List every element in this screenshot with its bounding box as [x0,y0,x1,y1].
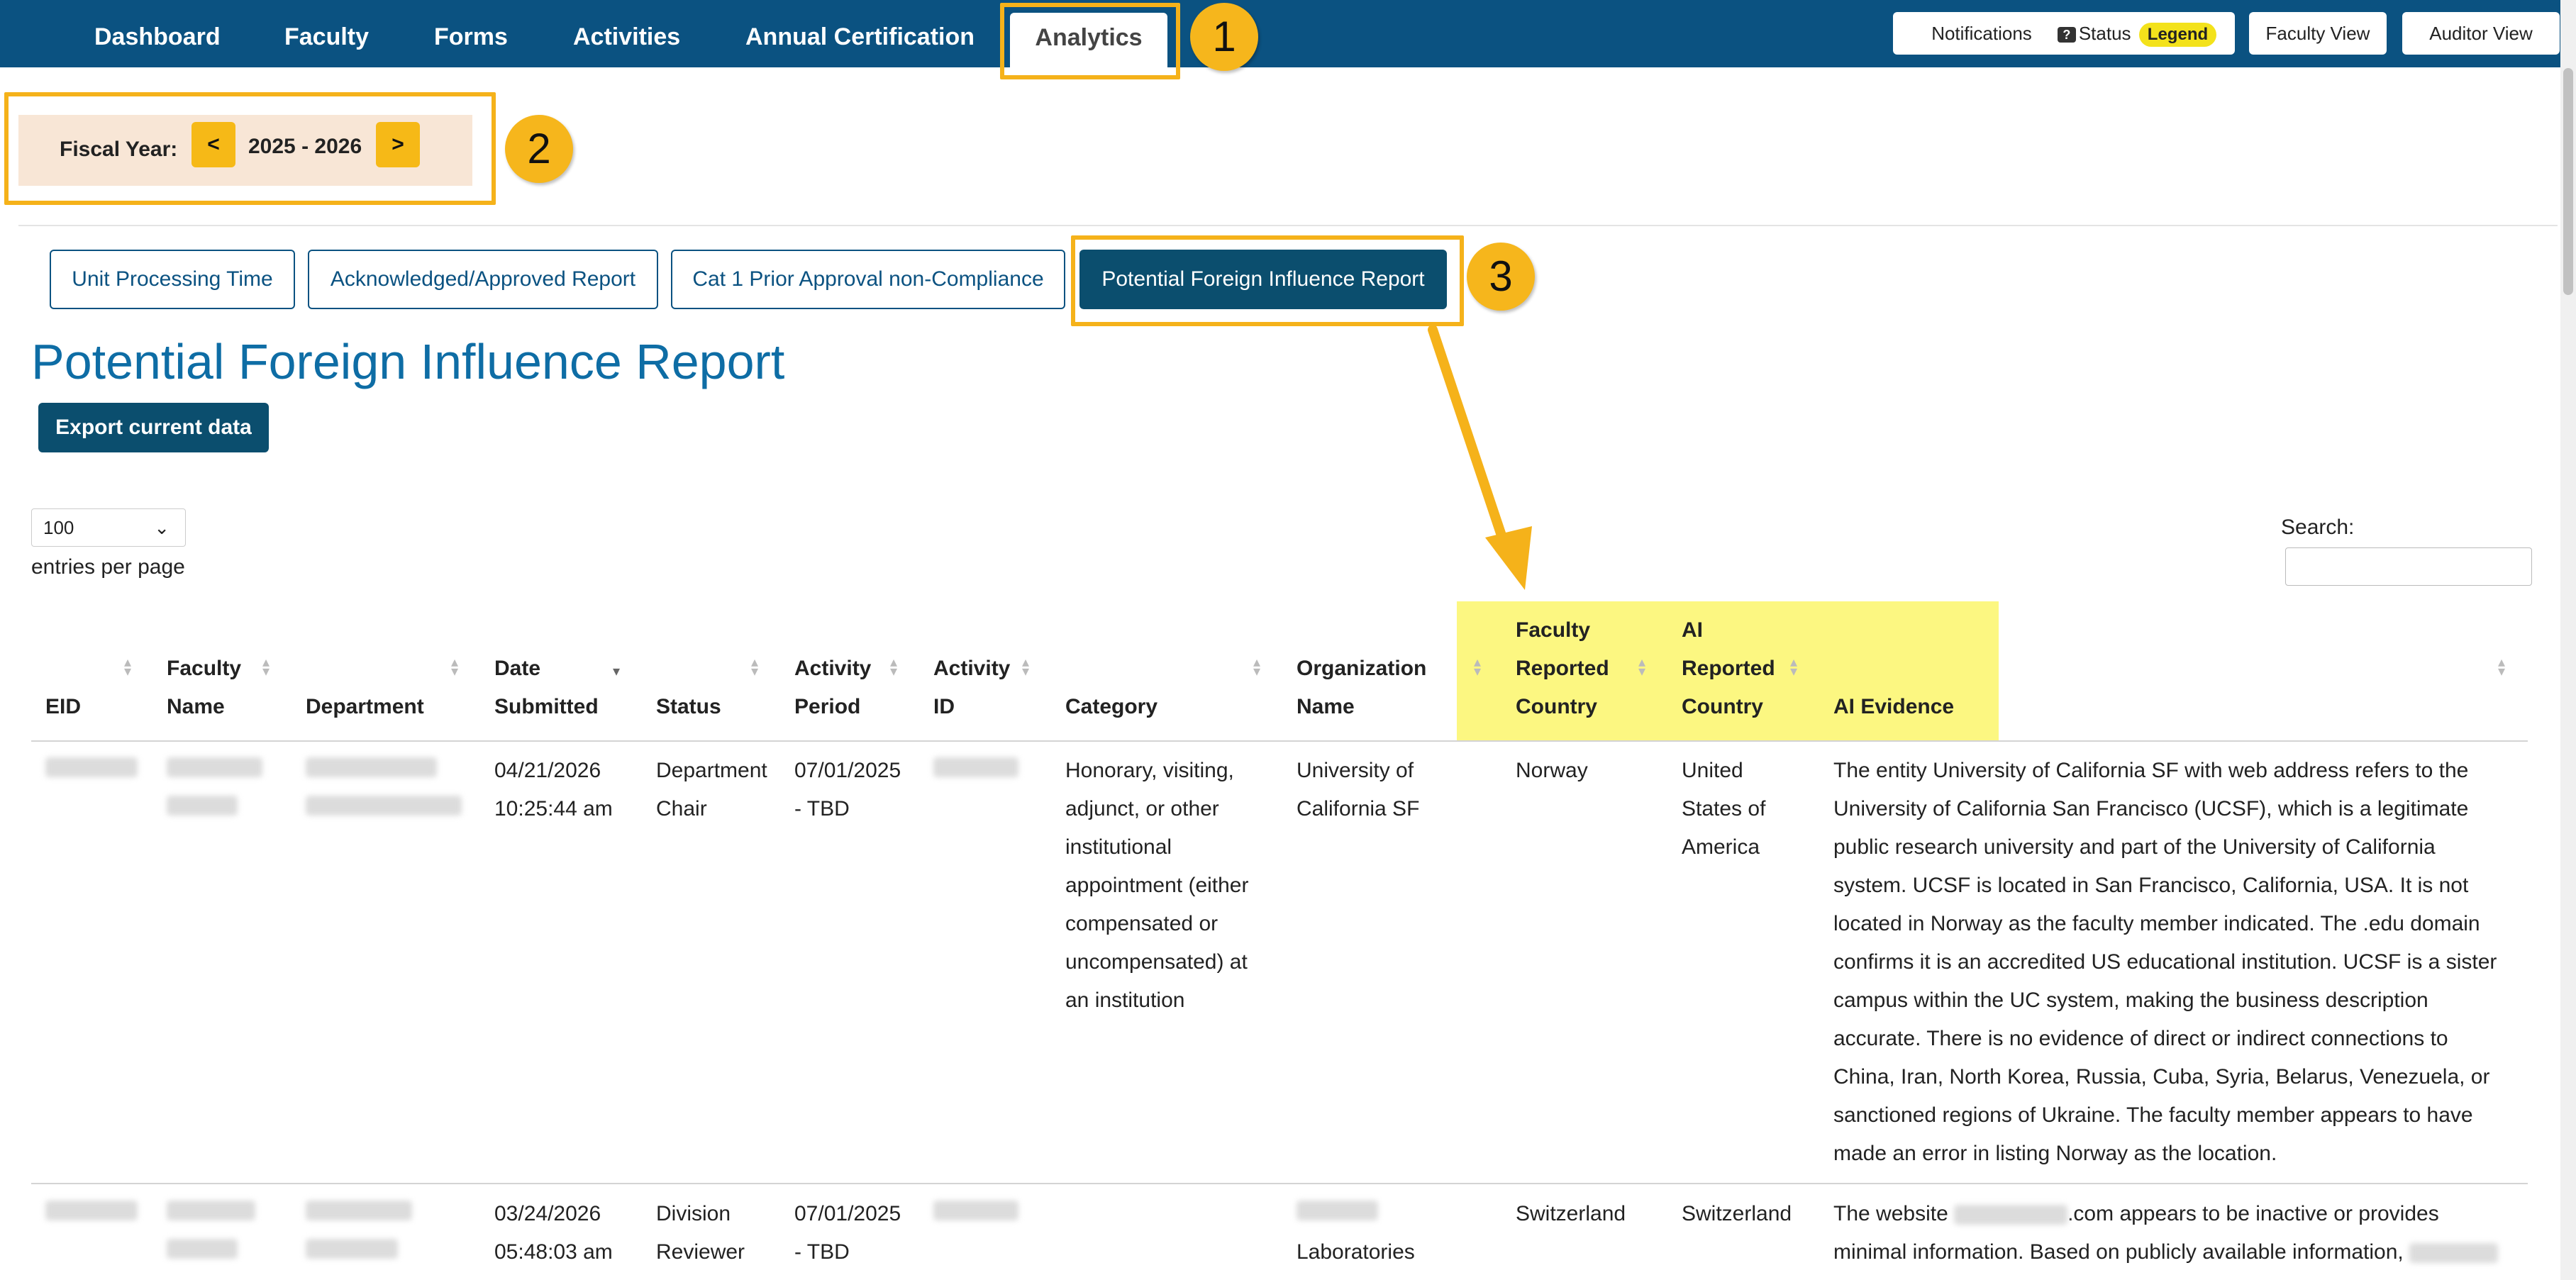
col-faculty-name-l1[interactable]: Faculty [167,650,241,688]
row1-period-l2: - TBD [794,797,850,820]
table-row-divider [31,1183,2528,1184]
row1-category-l3: institutional [1065,835,1172,859]
col-activity-period-l1[interactable]: Activity [794,650,871,688]
row2-ai-evidence-l1-start: The website [1833,1202,1948,1225]
row1-ai-evidence-l2: University of California San Francisco (… [1833,797,2469,820]
row2-ai-evidence-l2-text: minimal information. Based on publicly a… [1833,1240,2404,1264]
row2-date-l1: 03/24/2026 [494,1202,601,1225]
row1-ai-evidence-l9: China, Iran, North Korea, Russia, Cuba, … [1833,1065,2490,1089]
row1-category-l2: adjunct, or other [1065,797,1219,820]
table-header-divider [31,740,2528,742]
row1-ai-evidence-l6: confirms it is an accredited US educatio… [1833,950,2497,974]
col-eid[interactable]: EID [45,688,81,726]
col-organization-name-l2[interactable]: Name [1297,688,1355,726]
row2-faculty-country: Switzerland [1516,1202,1626,1225]
row2-eid-redacted [45,1195,138,1233]
row1-department-redacted [306,752,462,828]
sort-icon[interactable]: ▴ ▾ [1474,655,1481,679]
row2-status-l1: Division [656,1202,731,1225]
row1-category-l1: Honorary, visiting, [1065,759,1234,782]
sort-desc-icon[interactable]: ▾ [613,664,620,679]
row1-category-l4: appointment (either [1065,874,1249,897]
row2-ai-evidence-l2: minimal information. Based on publicly a… [1833,1233,2499,1271]
sort-icon[interactable]: ▴ ▾ [890,655,897,679]
page: Dashboard Faculty Forms Activities Annua… [0,0,2576,1280]
col-activity-id-l1[interactable]: Activity [933,650,1010,688]
row1-date-l1: 04/21/2026 [494,759,601,782]
sort-icon[interactable]: ▴ ▾ [1790,655,1797,679]
col-ai-evidence[interactable]: AI Evidence [1833,688,1954,726]
sort-icon[interactable]: ▴ ▾ [2498,655,2505,679]
row2-period-l2: - TBD [794,1240,850,1264]
row1-ai-evidence-l7: campus within the UC system, making the … [1833,989,2428,1012]
col-faculty-name-l2[interactable]: Name [167,688,225,726]
row1-ai-country-l1: United [1682,759,1743,782]
col-organization-name-l1[interactable]: Organization [1297,650,1426,688]
row2-faculty-name-redacted [167,1195,255,1271]
col-ai-reported-country-l2[interactable]: Reported [1682,650,1775,688]
row1-date-l2: 10:25:44 am [494,797,613,820]
row1-ai-evidence-l10: sanctioned regions of Ukraine. The facul… [1833,1103,2473,1127]
row2-ai-country: Switzerland [1682,1202,1792,1225]
sort-icon[interactable]: ▴ ▾ [1022,655,1029,679]
row1-faculty-country: Norway [1516,759,1588,782]
row1-category-l6: uncompensated) at [1065,950,1248,974]
row1-eid-redacted [45,752,138,790]
row2-period-l1: 07/01/2025 [794,1202,901,1225]
row1-ai-country-l3: America [1682,835,1760,859]
row1-activity-id-redacted [933,752,1018,790]
row2-department-redacted [306,1195,412,1271]
row1-status-l2: Chair [656,797,707,820]
sort-icon[interactable]: ▴ ▾ [451,655,458,679]
row1-ai-evidence-l11: made an error in listing Norway as the l… [1833,1142,2277,1165]
row2-organization-l2: Laboratories [1297,1240,1415,1264]
col-date-submitted-l1[interactable]: Date [494,650,540,688]
row2-ai-evidence-l1: The website .com appears to be inactive … [1833,1195,2439,1233]
row1-organization-l2: California SF [1297,797,1420,820]
col-date-submitted-l2[interactable]: Submitted [494,688,599,726]
row1-ai-evidence-l8: accurate. There is no evidence of direct… [1833,1027,2448,1050]
col-faculty-reported-country-l3[interactable]: Country [1516,688,1597,726]
row1-category-l5: compensated or [1065,912,1218,935]
sort-icon[interactable]: ▴ ▾ [1638,655,1645,679]
row2-date-l2: 05:48:03 am [494,1240,613,1264]
row1-ai-country-l2: States of [1682,797,1766,820]
sort-icon[interactable]: ▴ ▾ [1253,655,1260,679]
col-activity-period-l2[interactable]: Period [794,688,860,726]
col-category[interactable]: Category [1065,688,1157,726]
sort-icon[interactable]: ▴ ▾ [751,655,758,679]
row1-period-l1: 07/01/2025 [794,759,901,782]
row1-ai-evidence-l5: located in Norway as the faculty member … [1833,912,2480,935]
row2-activity-id-redacted [933,1195,1018,1233]
row1-status-l1: Department [656,759,767,782]
col-faculty-reported-country-l1[interactable]: Faculty [1516,611,1590,650]
col-activity-id-l2[interactable]: ID [933,688,955,726]
row2-ai-evidence-l1-end: .com appears to be inactive or provides [2067,1202,2439,1225]
row1-ai-evidence-l3: public research university and part of t… [1833,835,2436,859]
sort-icon[interactable]: ▴ ▾ [124,655,131,679]
row1-ai-evidence-l1: The entity University of California SF w… [1833,759,2469,782]
row1-organization-l1: University of [1297,759,1414,782]
page-scrollbar-thumb[interactable] [2563,68,2573,295]
row1-category-l7: an institution [1065,989,1185,1012]
row1-faculty-name-redacted [167,752,262,828]
sort-icon[interactable]: ▴ ▾ [262,655,270,679]
col-status[interactable]: Status [656,688,721,726]
col-department[interactable]: Department [306,688,424,726]
row2-status-l2: Reviewer [656,1240,745,1264]
row2-organization-redacted [1297,1195,1378,1233]
row1-ai-evidence-l4: system. UCSF is located in San Francisco… [1833,874,2469,897]
col-faculty-reported-country-l2[interactable]: Reported [1516,650,1609,688]
col-ai-reported-country-l3[interactable]: Country [1682,688,1763,726]
col-ai-reported-country-l1[interactable]: AI [1682,611,1703,650]
